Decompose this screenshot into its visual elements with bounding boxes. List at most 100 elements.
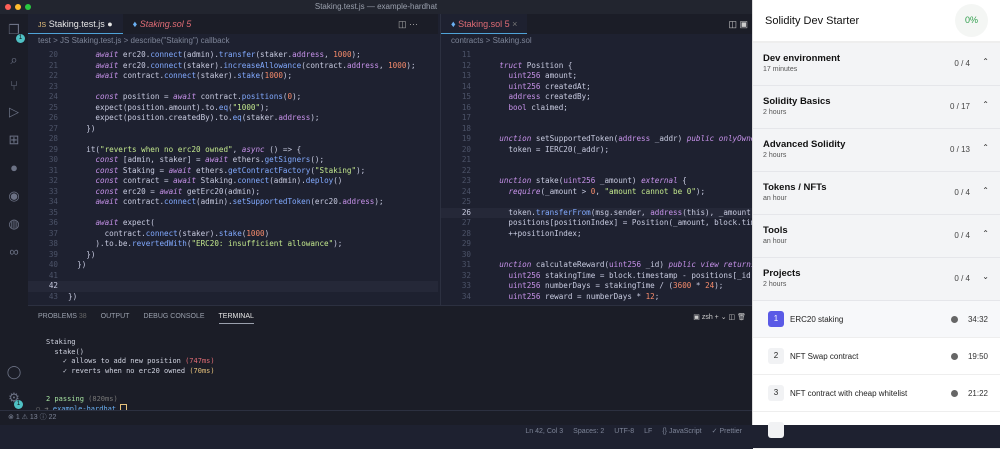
- chevron-up-icon[interactable]: ⌃: [982, 57, 989, 66]
- extensions-icon[interactable]: ⊞: [6, 132, 22, 148]
- code-line[interactable]: 34 uint256 reward = numberDays * 12;: [441, 292, 752, 303]
- json-icon[interactable]: ◍: [6, 216, 22, 232]
- close-tab-icon[interactable]: ×: [512, 19, 517, 29]
- code-line[interactable]: 21: [441, 155, 752, 166]
- code-line[interactable]: 29: [441, 239, 752, 250]
- git-graph-icon[interactable]: ◉: [6, 188, 22, 204]
- code-line[interactable]: 41: [28, 271, 438, 282]
- code-line[interactable]: 16 bool claimed;: [441, 103, 752, 114]
- course-section[interactable]: Projects 2 hours 0 / 4 ⌄: [753, 258, 1000, 301]
- code-line[interactable]: 28 ++positionIndex;: [441, 229, 752, 240]
- code-line[interactable]: 39 }): [28, 250, 438, 261]
- code-line[interactable]: 30: [441, 250, 752, 261]
- code-line[interactable]: 14 uint256 createdAt;: [441, 82, 752, 93]
- indentation[interactable]: Spaces: 2: [573, 425, 604, 439]
- code-line[interactable]: 20 token = IERC20(_addr);: [441, 145, 752, 156]
- tab-debug-console[interactable]: DEBUG CONSOLE: [143, 313, 204, 324]
- lesson-item[interactable]: 1 ERC20 staking 34:32: [753, 301, 1000, 338]
- code-line[interactable]: 42: [28, 281, 438, 292]
- lesson-item[interactable]: 3 NFT contract with cheap whitelist 21:22: [753, 375, 1000, 412]
- code-line[interactable]: 30 const [admin, staker] = await ethers.…: [28, 155, 438, 166]
- code-line[interactable]: 29 it("reverts when no erc20 owned", asy…: [28, 145, 438, 156]
- code-line[interactable]: 27 }): [28, 124, 438, 135]
- code-line[interactable]: 34 await contract.connect(admin).setSupp…: [28, 197, 438, 208]
- code-line[interactable]: 24 require(_amount > 0, "amount cannot b…: [441, 187, 752, 198]
- minimize-window-button[interactable]: [15, 4, 21, 10]
- terminal-output[interactable]: Staking stake() ✓ allows to add new posi…: [28, 324, 752, 414]
- course-section[interactable]: Tokens / NFTs an hour 0 / 4 ⌃: [753, 172, 1000, 215]
- code-line[interactable]: 12 truct Position {: [441, 61, 752, 72]
- run-debug-icon[interactable]: ▷: [6, 104, 22, 120]
- code-area[interactable]: 11 12 truct Position {13 uint256 amount; 1…: [441, 48, 752, 302]
- code-line[interactable]: 19 unction setSupportedToken(address _ad…: [441, 134, 752, 145]
- code-line[interactable]: 26 token.transferFrom(msg.sender, addres…: [441, 207, 752, 218]
- lesson-item[interactable]: 2 NFT Swap contract 19:50: [753, 338, 1000, 375]
- code-line[interactable]: 43}): [28, 292, 438, 303]
- chevron-up-icon[interactable]: ⌃: [982, 229, 989, 238]
- course-section[interactable]: Dev environment 17 minutes 0 / 4 ⌃: [753, 43, 1000, 86]
- new-terminal-icon[interactable]: +: [715, 314, 719, 321]
- problems-status[interactable]: ⊗ 1 ⚠ 13 ⓘ 22: [0, 414, 56, 421]
- breadcrumb[interactable]: contracts > Staking.sol: [441, 34, 752, 48]
- code-line[interactable]: 28: [28, 134, 438, 145]
- code-line[interactable]: 33 uint256 numberDays = stakingTime / (3…: [441, 281, 752, 292]
- trash-icon[interactable]: 🗑: [737, 314, 746, 321]
- code-line[interactable]: 40 }): [28, 260, 438, 271]
- language-mode[interactable]: {} JavaScript: [662, 425, 701, 439]
- shell-select[interactable]: zsh: [702, 314, 713, 321]
- code-line[interactable]: 26 expect(position.createdBy).to.eq(stak…: [28, 113, 438, 124]
- tab-terminal[interactable]: TERMINAL: [218, 313, 254, 324]
- cursor-position[interactable]: Ln 42, Col 3: [525, 425, 563, 439]
- account-icon[interactable]: ◯: [6, 364, 22, 380]
- code-line[interactable]: 15 address createdBy;: [441, 92, 752, 103]
- chevron-down-icon[interactable]: ⌄: [982, 272, 989, 281]
- code-line[interactable]: 23: [28, 82, 438, 93]
- line-ending[interactable]: LF: [644, 425, 652, 439]
- lesson-item[interactable]: [753, 412, 1000, 449]
- code-line[interactable]: 17: [441, 113, 752, 124]
- tab-problems[interactable]: PROBLEMS 38: [38, 313, 87, 324]
- tab-staking-sol[interactable]: ♦ Staking.sol 5 ×: [441, 14, 528, 34]
- code-line[interactable]: 37 contract.connect(staker).stake(1000): [28, 229, 438, 240]
- maximize-window-button[interactable]: [25, 4, 31, 10]
- code-line[interactable]: 31 unction calculateReward(uint256 _id) …: [441, 260, 752, 271]
- code-line[interactable]: 35: [28, 208, 438, 219]
- code-line[interactable]: 13 uint256 amount;: [441, 71, 752, 82]
- chevron-up-icon[interactable]: ⌃: [982, 143, 989, 152]
- code-line[interactable]: 24 const position = await contract.posit…: [28, 92, 438, 103]
- chevron-up-icon[interactable]: ⌃: [982, 186, 989, 195]
- breadcrumb[interactable]: test > JS Staking.test.js > describe("St…: [28, 34, 438, 48]
- chevron-up-icon[interactable]: ⌃: [982, 100, 989, 109]
- close-window-button[interactable]: [5, 4, 11, 10]
- code-line[interactable]: 32 uint256 stakingTime = block.timestamp…: [441, 271, 752, 282]
- code-line[interactable]: 20 await erc20.connect(admin).transfer(s…: [28, 50, 438, 61]
- code-line[interactable]: 36 await expect(: [28, 218, 438, 229]
- code-line[interactable]: 25 expect(position.amount).to.eq("1000")…: [28, 103, 438, 114]
- encoding[interactable]: UTF-8: [614, 425, 634, 439]
- infinity-icon[interactable]: ∞: [6, 244, 22, 260]
- tab-output[interactable]: OUTPUT: [101, 313, 130, 324]
- code-line[interactable]: 21 await erc20.connect(staker).increaseA…: [28, 61, 438, 72]
- search-icon[interactable]: ⌕: [6, 52, 22, 68]
- more-actions-icon[interactable]: ···: [409, 19, 418, 29]
- course-section[interactable]: Solidity Basics 2 hours 0 / 17 ⌃: [753, 86, 1000, 129]
- split-editor-icon[interactable]: ◫: [398, 19, 407, 29]
- layout-panel-icon[interactable]: ▣: [739, 19, 748, 29]
- code-line[interactable]: 33 const erc20 = await getErc20(admin);: [28, 187, 438, 198]
- code-line[interactable]: 38 ).to.be.revertedWith("ERC20: insuffic…: [28, 239, 438, 250]
- github-icon[interactable]: ●: [6, 160, 22, 176]
- code-line[interactable]: 25: [441, 197, 752, 208]
- prettier-status[interactable]: ✓ Prettier: [712, 425, 742, 439]
- code-line[interactable]: 18: [441, 124, 752, 135]
- source-control-icon[interactable]: ⑂: [6, 78, 22, 94]
- tab-staking-sol[interactable]: ♦ Staking.sol 5: [123, 14, 202, 34]
- code-line[interactable]: 22 await contract.connect(staker).stake(…: [28, 71, 438, 82]
- code-line[interactable]: 11: [441, 50, 752, 61]
- code-line[interactable]: 31 const Staking = await ethers.getContr…: [28, 166, 438, 177]
- code-line[interactable]: 23 unction stake(uint256 _amount) extern…: [441, 176, 752, 187]
- course-section[interactable]: Advanced Solidity 2 hours 0 / 13 ⌃: [753, 129, 1000, 172]
- code-line[interactable]: 32 const contract = await Staking.connec…: [28, 176, 438, 187]
- code-area[interactable]: 20 await erc20.connect(admin).transfer(s…: [28, 48, 438, 302]
- code-line[interactable]: 27 positions[positionIndex] = Position(_…: [441, 218, 752, 229]
- tab-staking-test-js[interactable]: JS Staking.test.js ●: [28, 14, 123, 34]
